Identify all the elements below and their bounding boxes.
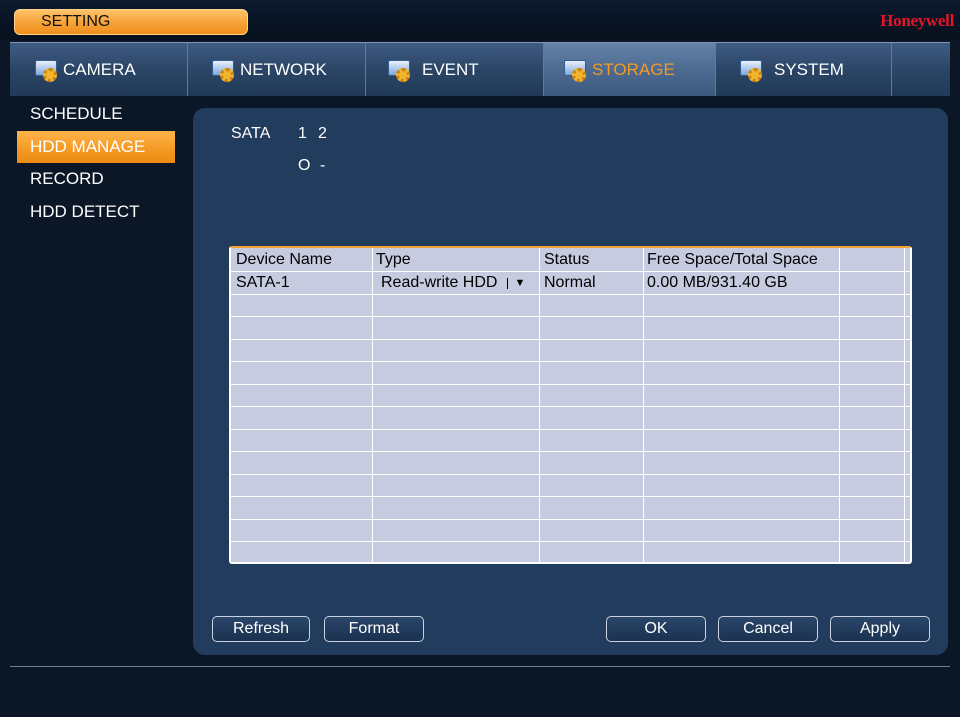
tab-camera[interactable]: CAMERA <box>10 43 188 96</box>
type-dropdown-value: Read-write HDD <box>381 274 498 291</box>
event-gear-icon <box>386 58 414 82</box>
system-gear-icon <box>738 58 766 82</box>
cancel-button[interactable]: Cancel <box>718 616 818 642</box>
column-header-status[interactable]: Status <box>544 251 589 269</box>
sidebar-item-schedule[interactable]: SCHEDULE <box>17 98 175 130</box>
sata-port-2: 2 <box>318 125 327 142</box>
chevron-down-icon: ▼ <box>514 277 526 289</box>
apply-button[interactable]: Apply <box>830 616 930 642</box>
brand-logo: Honeywell <box>880 11 954 30</box>
status-bar <box>10 666 950 717</box>
tab-network-label: NETWORK <box>240 59 327 79</box>
sidebar: SCHEDULE HDD MANAGE RECORD HDD DETECT <box>10 96 192 666</box>
ok-button[interactable]: OK <box>606 616 706 642</box>
tab-system-label: SYSTEM <box>774 59 844 79</box>
network-gear-icon <box>210 58 238 82</box>
sata-port-1-state: O <box>298 157 311 174</box>
column-header-space[interactable]: Free Space/Total Space <box>647 251 818 269</box>
cell-status: Normal <box>544 274 596 291</box>
column-header-device-name[interactable]: Device Name <box>236 251 332 269</box>
sata-label: SATA <box>231 125 271 142</box>
camera-gear-icon <box>33 58 61 82</box>
sata-port-1: 1 <box>298 125 307 142</box>
sata-port-2-state: - <box>320 157 326 174</box>
tab-camera-label: CAMERA <box>63 59 136 79</box>
window-title: SETTING <box>14 9 248 35</box>
tab-storage[interactable]: STORAGE <box>544 43 716 96</box>
refresh-button[interactable]: Refresh <box>212 616 310 642</box>
tab-storage-label: STORAGE <box>592 59 675 79</box>
type-dropdown[interactable]: Read-write HDD ▼ <box>381 273 537 293</box>
cell-space: 0.00 MB/931.40 GB <box>647 274 788 291</box>
hdd-table-grid: Device Name Type Status Free Space/Total… <box>231 248 910 562</box>
format-button[interactable]: Format <box>324 616 424 642</box>
sidebar-item-hdd-manage[interactable]: HDD MANAGE <box>17 131 175 163</box>
cell-device-name[interactable]: SATA-1 <box>236 274 290 292</box>
tab-network[interactable]: NETWORK <box>188 43 366 96</box>
tab-event-label: EVENT <box>422 59 479 79</box>
column-header-type[interactable]: Type <box>376 251 411 269</box>
dropdown-divider <box>507 277 509 289</box>
sidebar-item-record[interactable]: RECORD <box>17 163 175 195</box>
hdd-table: Device Name Type Status Free Space/Total… <box>229 246 912 564</box>
storage-gear-icon <box>562 58 590 82</box>
main-tabs: CAMERA NETWORK EVENT STORAGE SYSTEM <box>10 42 950 96</box>
title-bar: SETTING Honeywell <box>0 0 960 40</box>
sidebar-item-hdd-detect[interactable]: HDD DETECT <box>17 196 175 228</box>
tab-event[interactable]: EVENT <box>366 43 544 96</box>
tab-system[interactable]: SYSTEM <box>716 43 892 96</box>
